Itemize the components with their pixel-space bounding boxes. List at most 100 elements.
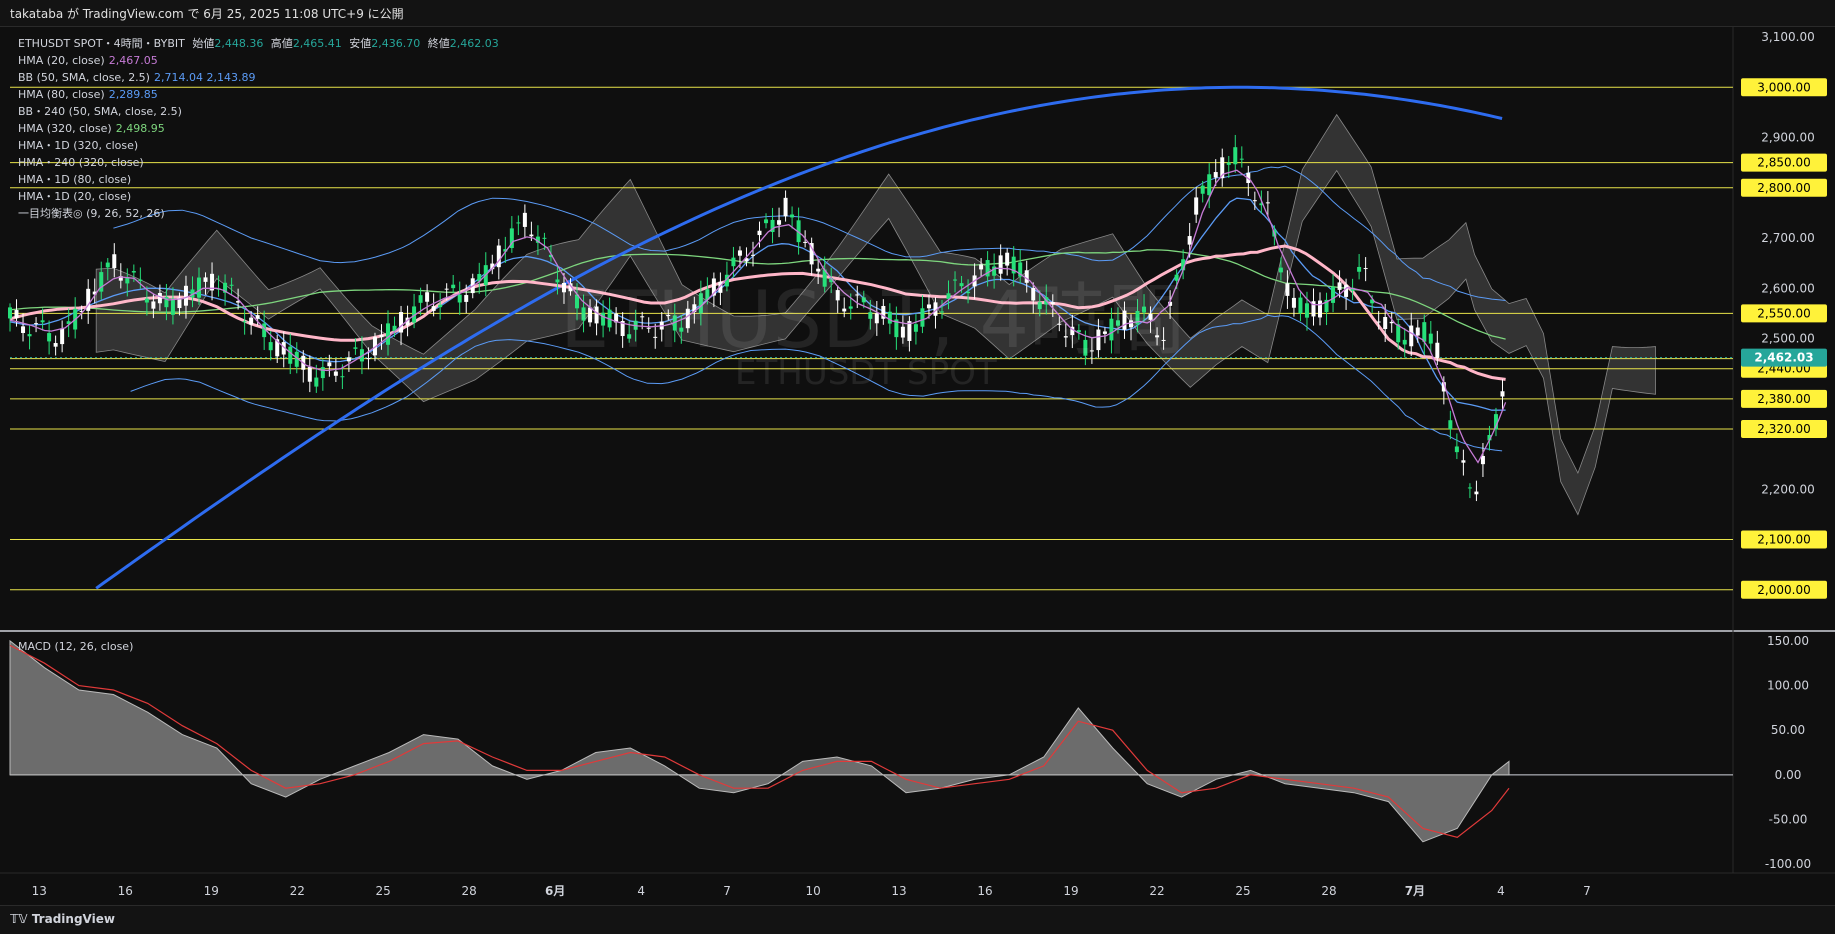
candle	[555, 279, 560, 283]
candle	[1428, 333, 1433, 344]
x-tick-label: 22	[1149, 884, 1164, 898]
candle	[1252, 200, 1257, 202]
candle	[314, 377, 319, 387]
candle	[457, 294, 462, 303]
candle	[1376, 321, 1381, 323]
candle	[183, 285, 188, 306]
indicator-name: HMA (80, close)	[18, 88, 105, 101]
legend-indicator[interactable]: HMA (80, close) 2,289.85	[18, 86, 499, 103]
candle	[1383, 317, 1388, 330]
candle	[522, 212, 527, 227]
level-label: 2,850.00	[1757, 156, 1810, 170]
candle	[425, 292, 430, 302]
candle	[1389, 321, 1394, 324]
candle	[1278, 267, 1283, 273]
x-tick-label: 25	[1235, 884, 1250, 898]
current-price-label: 2,462.03	[1754, 351, 1813, 365]
candle	[1298, 297, 1303, 314]
x-tick-label: 22	[290, 884, 305, 898]
candle	[496, 245, 501, 268]
x-tick-label: 13	[32, 884, 47, 898]
candle	[1318, 300, 1323, 318]
macd-y-tick-label: -100.00	[1765, 857, 1811, 871]
candle	[1331, 286, 1336, 303]
legend-indicator[interactable]: HMA・240 (320, close)	[18, 154, 499, 171]
candle	[1422, 322, 1427, 342]
level-label: 2,380.00	[1757, 392, 1810, 406]
macd-y-tick-label: 50.00	[1771, 723, 1805, 737]
candle	[1474, 491, 1479, 495]
candle	[170, 298, 175, 315]
x-tick-label: 7	[1583, 884, 1591, 898]
candle	[1435, 342, 1440, 358]
indicator-name: HMA・1D (320, close)	[18, 139, 139, 152]
x-tick-label: 7月	[1405, 884, 1425, 898]
candle	[1461, 460, 1466, 463]
indicator-name: HMA (20, close)	[18, 54, 105, 67]
candle	[750, 254, 755, 256]
candle	[1402, 339, 1407, 345]
macd-label: MACD (12, 26, close)	[18, 640, 134, 653]
x-tick-label: 6月	[545, 884, 565, 898]
level-label: 2,000.00	[1757, 583, 1810, 597]
tradingview-logo: 𝕋𝕍 TradingView	[10, 912, 115, 926]
x-tick-label: 19	[1063, 884, 1078, 898]
legend-indicator[interactable]: HMA・1D (320, close)	[18, 137, 499, 154]
tv-logo-icon: 𝕋𝕍	[10, 912, 28, 926]
candle	[197, 277, 202, 298]
candle	[464, 295, 469, 302]
candle	[1344, 285, 1349, 297]
candle	[1194, 197, 1199, 215]
macd-y-tick-label: 0.00	[1775, 768, 1802, 782]
ohlc-2-value: 2,436.70	[371, 37, 421, 50]
macd-y-tick-label: 100.00	[1767, 679, 1809, 693]
y-tick-label: 2,200.00	[1761, 482, 1814, 496]
candle	[366, 358, 371, 360]
candle	[8, 307, 12, 319]
ohlc-3-value: 2,462.03	[449, 37, 499, 50]
candle	[1239, 158, 1244, 160]
legend-indicator[interactable]: HMA・1D (80, close)	[18, 171, 499, 188]
candle	[386, 323, 391, 345]
level-label: 2,320.00	[1757, 422, 1810, 436]
ohlc-0-label: 始値	[192, 37, 215, 50]
candle	[1285, 283, 1290, 296]
candle	[764, 219, 769, 224]
legend-indicator[interactable]: HMA (320, close) 2,498.95	[18, 120, 499, 137]
x-tick-label: 28	[462, 884, 477, 898]
x-tick-label: 4	[637, 884, 645, 898]
candle	[1265, 202, 1270, 204]
legend-indicator[interactable]: BB・240 (50, SMA, close, 2.5)	[18, 103, 499, 120]
legend-indicator[interactable]: 一目均衡表◎ (9, 26, 52, 26)	[18, 205, 499, 222]
y-tick-label: 3,100.00	[1761, 30, 1814, 44]
indicator-name: BB・240 (50, SMA, close, 2.5)	[18, 105, 182, 118]
legend-indicator[interactable]: BB (50, SMA, close, 2.5) 2,714.04 2,143.8…	[18, 69, 499, 86]
macd-y-tick-label: -50.00	[1769, 812, 1808, 826]
symbol-line: ETHUSDT SPOT・4時間・BYBIT 始値2,448.36 高値2,46…	[18, 35, 499, 52]
legend: ETHUSDT SPOT・4時間・BYBIT 始値2,448.36 高値2,46…	[18, 35, 499, 222]
candle	[1304, 303, 1309, 318]
ohlc-2-label: 安値	[345, 37, 372, 50]
candle	[138, 279, 143, 281]
legend-indicator[interactable]: HMA (20, close) 2,467.05	[18, 52, 499, 69]
x-tick-label: 16	[977, 884, 992, 898]
candle	[379, 334, 384, 338]
x-tick-label: 16	[118, 884, 133, 898]
candle	[144, 298, 149, 303]
indicator-value: 2,289.85	[108, 88, 158, 101]
ohlc-1-label: 高値	[267, 37, 293, 50]
candle	[1363, 268, 1368, 270]
candle	[451, 284, 456, 289]
indicator-value: 2,467.05	[108, 54, 158, 67]
candle	[340, 376, 345, 378]
ohlc-3-label: 終値	[424, 37, 450, 50]
candle	[203, 277, 208, 282]
candle	[757, 230, 762, 236]
x-tick-label: 13	[891, 884, 906, 898]
candle	[327, 362, 332, 367]
candle	[1409, 325, 1414, 347]
candle	[529, 234, 534, 237]
indicator-value: 2,714.04 2,143.89	[153, 71, 256, 84]
candle	[60, 328, 65, 345]
legend-indicator[interactable]: HMA・1D (20, close)	[18, 188, 499, 205]
